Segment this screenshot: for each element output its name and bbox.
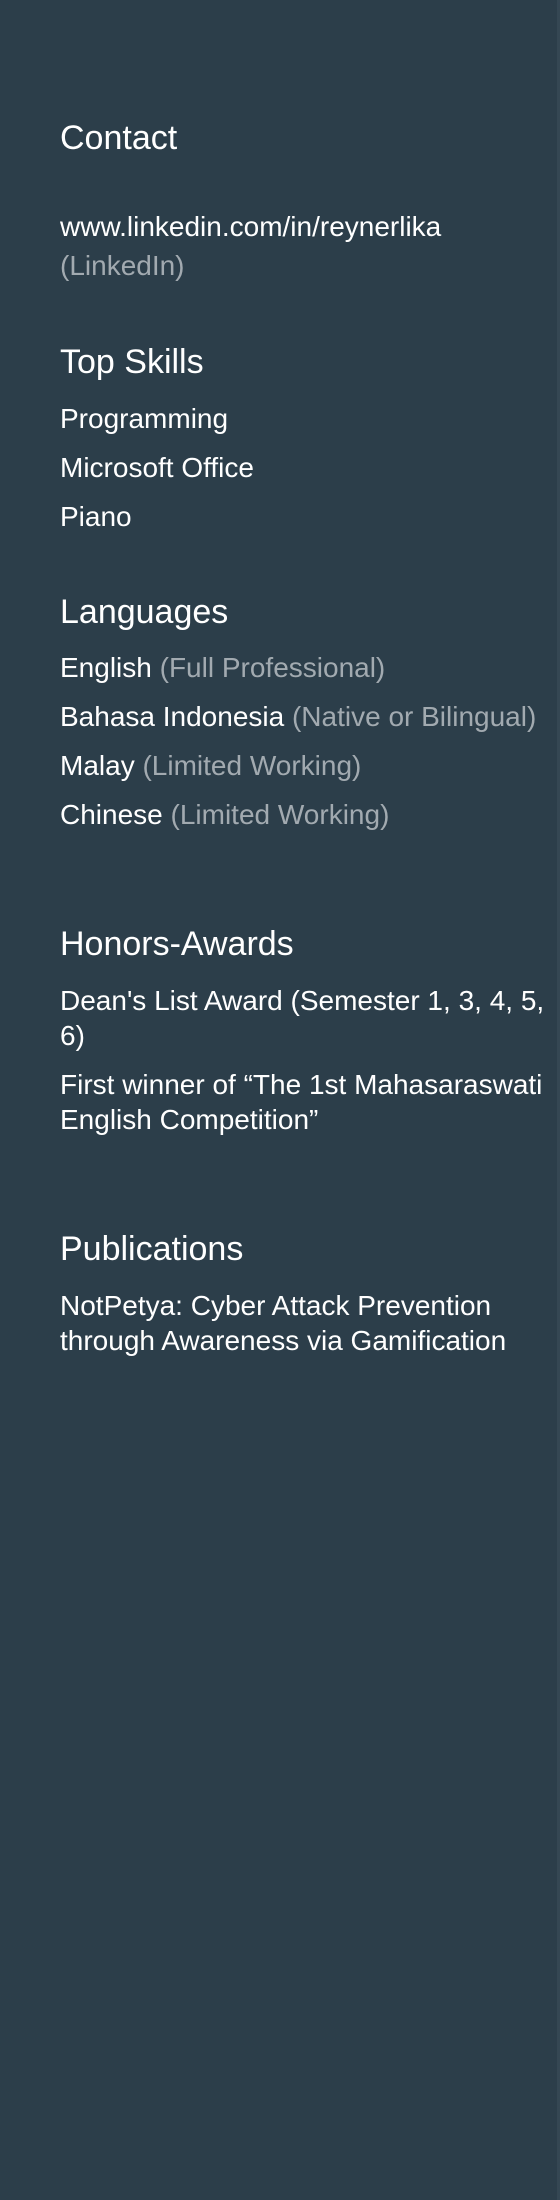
languages-list: English (Full Professional) Bahasa Indon…: [60, 650, 550, 846]
language-name: Malay: [60, 750, 135, 781]
publications-list: NotPetya: Cyber Attack Prevention throug…: [60, 1288, 550, 1358]
publications-heading: Publications: [60, 1230, 244, 1268]
language-item: Bahasa Indonesia (Native or Bilingual): [60, 699, 550, 734]
skill-item: Piano: [60, 501, 132, 532]
honors-awards-heading: Honors-Awards: [60, 925, 294, 963]
skill-item: Programming: [60, 403, 229, 434]
honors-list: Dean's List Award (Semester 1, 3, 4, 5, …: [60, 983, 550, 1151]
language-level: (Full Professional): [159, 652, 386, 683]
honor-item: Dean's List Award (Semester 1, 3, 4, 5, …: [60, 985, 545, 1051]
top-skills-heading: Top Skills: [60, 343, 204, 381]
honor-item: First winner of “The 1st Mahasaraswati E…: [60, 1069, 543, 1135]
language-level: (Limited Working): [170, 799, 390, 830]
linkedin-label: (LinkedIn): [60, 250, 185, 281]
linkedin-link[interactable]: www.linkedin.com/in/reynerlika: [60, 209, 441, 244]
publication-item: NotPetya: Cyber Attack Prevention throug…: [60, 1290, 507, 1356]
contact-heading: Contact: [60, 119, 178, 157]
language-item: Chinese (Limited Working): [60, 797, 550, 832]
language-name: Chinese: [60, 799, 163, 830]
language-item: Malay (Limited Working): [60, 748, 550, 783]
language-level: (Limited Working): [142, 750, 362, 781]
language-name: Bahasa Indonesia: [60, 701, 285, 732]
language-level: (Native or Bilingual): [291, 701, 537, 732]
language-name: English: [60, 652, 152, 683]
languages-heading: Languages: [60, 593, 229, 631]
language-item: English (Full Professional): [60, 650, 550, 685]
skill-item: Microsoft Office: [60, 452, 254, 483]
skills-list: Programming Microsoft Office Piano: [60, 401, 254, 548]
